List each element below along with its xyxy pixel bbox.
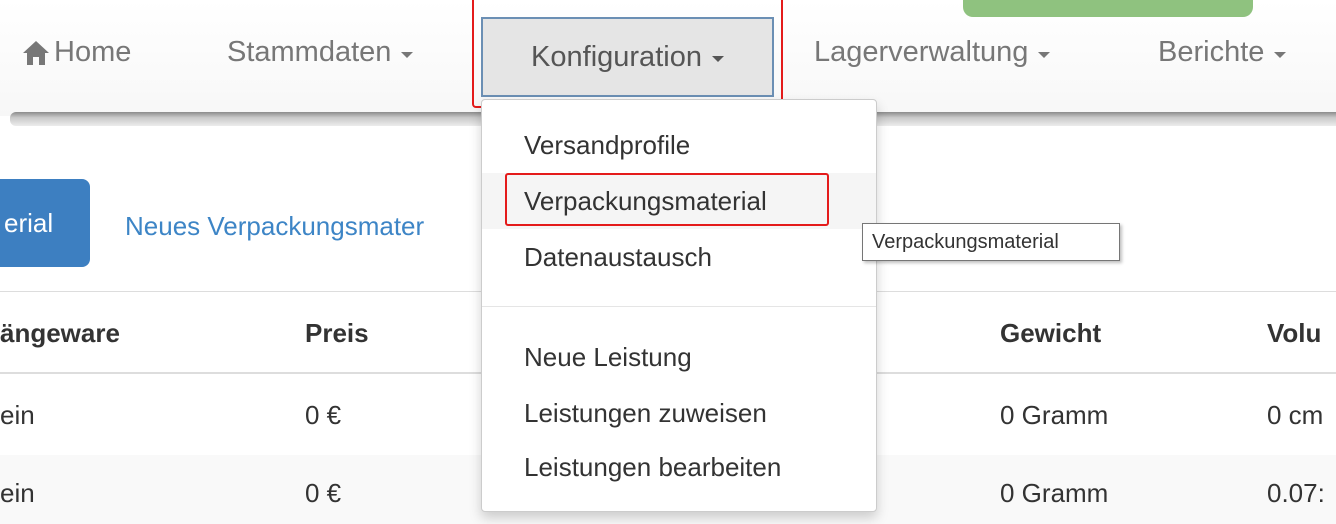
primary-button-label: erial: [4, 207, 54, 238]
menu-item-versandprofile[interactable]: Versandprofile: [482, 117, 876, 173]
menu-item-label: Datenaustausch: [524, 241, 712, 272]
highlight-frame-konfiguration: [472, 0, 783, 108]
new-packaging-link[interactable]: Neues Verpackungsmater: [125, 211, 424, 242]
nav-lagerverwaltung[interactable]: Lagerverwaltung: [814, 36, 1051, 69]
highlight-frame-verpackungsmaterial: [505, 173, 829, 226]
nav-stammdaten[interactable]: Stammdaten: [227, 36, 414, 69]
nav-lagerverwaltung-label: Lagerverwaltung: [814, 36, 1029, 68]
table-cell: 0 €: [305, 478, 342, 508]
nav-berichte-label: Berichte: [1158, 36, 1265, 68]
table-cell: 0 Gramm: [1000, 400, 1109, 430]
nav-home-label: Home: [54, 36, 132, 68]
caret-down-icon: [1274, 51, 1287, 58]
menu-item-label: Versandprofile: [524, 129, 691, 160]
menu-divider: [482, 306, 876, 307]
nav-home[interactable]: Home: [22, 36, 131, 69]
green-button[interactable]: [963, 0, 1253, 17]
table-cell: 0 €: [305, 400, 342, 430]
nav-stammdaten-label: Stammdaten: [227, 36, 392, 68]
home-icon: [23, 40, 49, 65]
primary-button[interactable]: erial: [0, 179, 90, 267]
caret-down-icon: [401, 51, 414, 58]
menu-item-datenaustausch[interactable]: Datenaustausch: [482, 229, 876, 285]
table-cell: 0 cm: [1267, 400, 1324, 430]
table-cell: 0.07:: [1267, 478, 1325, 508]
konfiguration-dropdown-menu: Versandprofile Verpackungsmaterial Daten…: [481, 99, 877, 512]
column-header-gewicht: Gewicht: [1000, 318, 1102, 348]
table-cell: ein: [0, 478, 35, 508]
menu-item-neue-leistung[interactable]: Neue Leistung: [482, 329, 876, 385]
menu-item-leistungen-zuweisen[interactable]: Leistungen zuweisen: [482, 385, 876, 441]
column-header-preis: Preis: [305, 318, 369, 348]
table-cell: ein: [0, 400, 35, 430]
column-header-volumen: Volu: [1267, 318, 1322, 348]
menu-item-label: Neue Leistung: [524, 341, 692, 372]
menu-item-leistungen-bearbeiten[interactable]: Leistungen bearbeiten: [482, 439, 876, 495]
menu-item-label: Leistungen zuweisen: [524, 397, 767, 428]
tooltip: Verpackungsmaterial: [862, 223, 1120, 261]
caret-down-icon: [1038, 51, 1051, 58]
menu-item-label: Leistungen bearbeiten: [524, 451, 782, 482]
table-cell: 0 Gramm: [1000, 478, 1109, 508]
tooltip-text: Verpackungsmaterial: [872, 230, 1059, 253]
column-header-haengeware: ängeware: [0, 318, 120, 348]
nav-berichte[interactable]: Berichte: [1158, 36, 1287, 69]
